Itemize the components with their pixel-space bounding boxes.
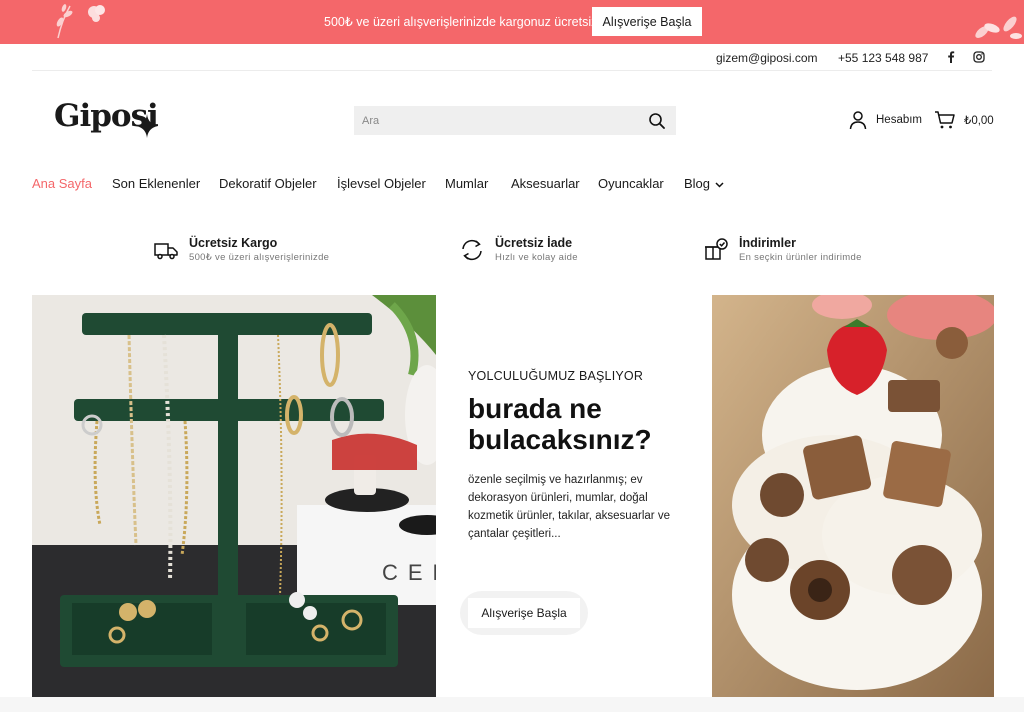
search-bar	[354, 106, 676, 135]
truck-icon	[154, 243, 178, 260]
nav-item-candles[interactable]: Mumlar	[445, 176, 488, 191]
nav-item-functional[interactable]: İşlevsel Objeler	[337, 176, 426, 191]
nav-item-blog[interactable]: Blog	[684, 176, 724, 191]
hero-eyebrow: YOLCULUĞUMUZ BAŞLIYOR	[468, 369, 644, 383]
cart-total: ₺0,00	[964, 115, 994, 127]
flower-decoration-icon	[975, 16, 1022, 39]
feature-title: Ücretsiz Kargo	[189, 236, 278, 250]
chevron-down-icon	[715, 182, 724, 188]
flower-decoration-icon	[56, 4, 105, 39]
hero-description: özenle seçilmiş ve hazırlanmış; ev dekor…	[468, 474, 670, 540]
facebook-icon[interactable]	[944, 50, 958, 64]
cart-link[interactable]: ₺0,00	[934, 108, 994, 132]
jewelry-stand-illustration: CER	[32, 295, 436, 697]
feature-title: Ücretsiz İade	[495, 236, 573, 250]
return-icon	[462, 239, 482, 261]
promo-shop-button[interactable]: Alışverişe Başla	[592, 7, 702, 36]
jewelry-stand-image[interactable]: CER	[32, 295, 436, 697]
nav-item-toys[interactable]: Oyuncaklar	[598, 176, 664, 191]
nav-item-blog-label: Blog	[684, 176, 711, 191]
gift-box-icon	[705, 238, 728, 260]
nav-item-home[interactable]: Ana Sayfa	[32, 176, 92, 191]
feature-subtitle: En seçkin ürünler indirimde	[739, 252, 862, 263]
cart-icon	[935, 111, 955, 129]
feature-subtitle: 500₺ ve üzeri alışverişlerinizde	[189, 252, 330, 263]
nav-item-accessories[interactable]: Aksesuarlar	[511, 176, 580, 191]
feature-subtitle: Hızlı ve kolay aide	[495, 252, 578, 263]
contact-phone[interactable]: +55 123 548 987	[838, 51, 928, 65]
hero-text-panel: YOLCULUĞUMUZ BAŞLIYOR burada ne bulacaks…	[436, 295, 712, 697]
account-link[interactable]: Hesabım	[848, 108, 922, 132]
hero-cta-wrapper: Alışverişe Başla	[460, 591, 588, 635]
feature-title: İndirimler	[739, 236, 796, 250]
promo-bar: 500₺ ve üzeri alışverişlerinizde kargonu…	[0, 0, 1024, 44]
search-icon[interactable]	[648, 112, 666, 130]
contact-email[interactable]: gizem@giposi.com	[716, 51, 818, 65]
dessert-candle-image[interactable]	[712, 295, 994, 697]
nav-item-new-arrivals[interactable]: Son Eklenenler	[112, 176, 200, 191]
dessert-candle-illustration	[712, 295, 994, 697]
hero-shop-button[interactable]: Alışverişe Başla	[468, 598, 580, 628]
user-icon	[849, 111, 867, 130]
instagram-icon[interactable]	[972, 50, 986, 64]
nav-item-decorative[interactable]: Dekoratif Objeler	[219, 176, 317, 191]
site-logo[interactable]: Giposi	[54, 98, 164, 142]
promo-text: 500₺ ve üzeri alışverişlerinizde kargonu…	[324, 15, 601, 29]
search-input[interactable]	[354, 106, 644, 135]
account-label: Hesabım	[876, 114, 923, 126]
sparkle-icon	[136, 114, 158, 138]
hero-headline: burada ne bulacaksınız?	[468, 393, 652, 455]
contact-row: gizem@giposi.com +55 123 548 987	[32, 44, 992, 71]
svg-text:CER: CER	[382, 560, 436, 585]
section-divider	[0, 697, 1024, 712]
